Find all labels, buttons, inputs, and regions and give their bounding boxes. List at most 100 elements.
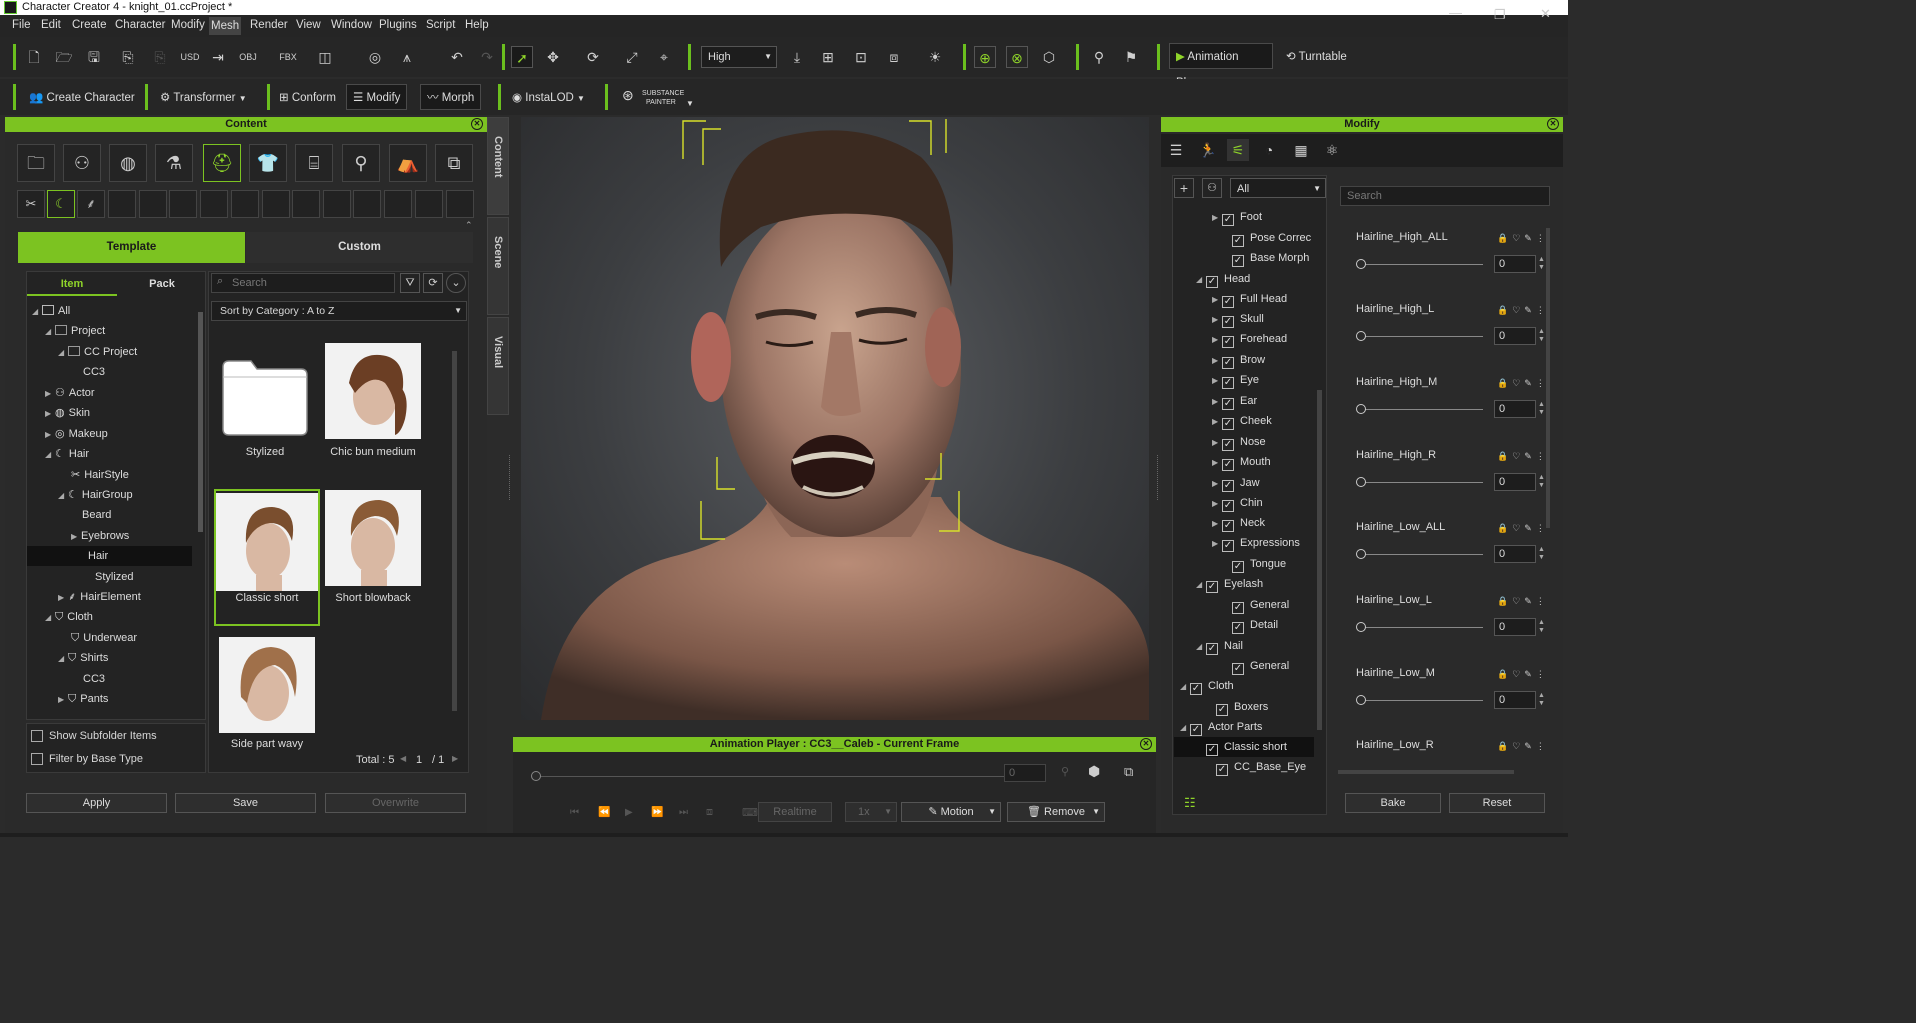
copy-icon[interactable]: ⧉ — [435, 144, 473, 182]
tree-item-hair[interactable]: ◢ ☾ Hair — [45, 444, 89, 464]
morph-tree-item[interactable]: ▶ ✓ Skull — [1212, 309, 1264, 329]
show-subfolder-checkbox[interactable] — [31, 730, 43, 742]
tree-item-skin[interactable]: ▶ ◍ Skin — [45, 403, 90, 423]
morph-search-input[interactable]: Search — [1340, 186, 1550, 206]
tree-item-hairstyle[interactable]: ✂ HairStyle — [71, 465, 129, 485]
morph-tree-item[interactable]: ▶ ✓ Jaw — [1212, 473, 1260, 493]
item-thumb-chic-bun[interactable] — [325, 343, 421, 439]
close-window-icon[interactable]: ✕ — [1540, 6, 1551, 22]
slider-knob[interactable] — [1356, 622, 1366, 632]
splitter-handle[interactable] — [509, 455, 511, 500]
menu-window[interactable]: Window — [331, 19, 372, 31]
actor-icon[interactable]: ⚇ — [63, 144, 101, 182]
h-scrollbar[interactable] — [1338, 770, 1514, 774]
light-icon[interactable]: ☀ — [924, 46, 946, 68]
cloth-icon[interactable]: 👕 — [249, 144, 287, 182]
close-icon[interactable]: ✕ — [471, 118, 483, 130]
tree-scrollbar[interactable] — [1317, 390, 1322, 730]
move-tool-icon[interactable]: ✥ — [542, 46, 564, 68]
timeline-knob[interactable] — [531, 771, 541, 781]
slider-action-icons[interactable]: 🔒♡✎⋮ — [1497, 596, 1549, 607]
menu-help[interactable]: Help — [465, 19, 489, 31]
item-thumb-classic-short-selected[interactable] — [214, 489, 320, 626]
menu-script[interactable]: Script — [426, 19, 455, 31]
substance-painter-button[interactable]: ⊛ SUBSTANCE PAINTER ▼ — [615, 84, 694, 110]
close-icon[interactable]: ✕ — [1547, 118, 1559, 130]
subtab-pack[interactable]: Pack — [117, 272, 207, 296]
morph-tree-item[interactable]: ◢ ✓ Actor Parts — [1180, 717, 1262, 737]
close-icon[interactable]: ✕ — [1140, 738, 1152, 750]
morph-tree-item[interactable]: ▶ ✓ Cheek — [1212, 411, 1272, 431]
tree-item-makeup[interactable]: ▶ ◎ Makeup — [45, 424, 108, 444]
3d-viewport[interactable] — [521, 117, 1149, 720]
attribute-icon[interactable]: ☰ — [1165, 139, 1187, 161]
tree-item-all[interactable]: ◢ All — [32, 301, 70, 321]
morph-tree-item[interactable]: ◢ ✓ Head — [1196, 269, 1250, 289]
fbx-export-icon[interactable]: FBX — [277, 46, 299, 68]
minimize-icon[interactable]: — — [1449, 5, 1462, 20]
spin-icon[interactable]: ▲ ▼ — [1538, 401, 1545, 417]
user-morph-icon[interactable]: ⚇ — [1202, 178, 1222, 198]
hair-element-icon[interactable]: ⸙ — [77, 190, 105, 218]
motion-icon[interactable]: ⚲ — [342, 144, 380, 182]
import-icon[interactable]: ⎘ — [117, 46, 139, 68]
morph-tree-item[interactable]: ▶ ✓ Full Head — [1212, 289, 1287, 309]
apply-button[interactable]: Apply — [26, 793, 167, 813]
slider-value[interactable]: 0 — [1494, 400, 1536, 418]
morph-tree-item[interactable]: ▶ ✓ Nose — [1212, 432, 1266, 452]
refresh-icon[interactable]: ⟳ — [423, 273, 443, 293]
tree-item-shirts[interactable]: ◢ ⛉ Shirts — [58, 648, 108, 668]
morph-tree-item[interactable]: ✓ Detail — [1222, 615, 1278, 635]
turntable-button[interactable]: ⟲ Turntable — [1279, 43, 1354, 69]
obj-export-icon[interactable]: OBJ — [237, 46, 259, 68]
slider-action-icons[interactable]: 🔒♡✎⋮ — [1497, 305, 1549, 316]
slider-track[interactable] — [1361, 336, 1483, 337]
slider-action-icons[interactable]: 🔒♡✎⋮ — [1497, 378, 1549, 389]
menu-character[interactable]: Character — [115, 19, 166, 31]
filter-icon[interactable]: ⛛ — [400, 273, 420, 293]
camera-icon[interactable]: ⊡ — [850, 46, 872, 68]
next-page-icon[interactable]: ▶ — [452, 754, 458, 763]
slider-knob[interactable] — [1356, 404, 1366, 414]
slider-knob[interactable] — [1356, 331, 1366, 341]
menu-render[interactable]: Render — [250, 19, 288, 31]
morph-tree-item[interactable]: ▶ ✓ Brow — [1212, 350, 1265, 370]
tree-item-eyebrows[interactable]: ▶ Eyebrows — [71, 526, 129, 546]
restore-icon[interactable]: ❐ — [1494, 7, 1506, 23]
hair-style-icon[interactable]: ✂ — [17, 190, 45, 218]
morph-tree-item[interactable]: ▶ ✓ Neck — [1212, 513, 1265, 533]
quality-dropdown[interactable]: High ▼ — [701, 46, 777, 68]
modify-button[interactable]: ☰ Modify — [346, 84, 408, 110]
morph-tree-item[interactable]: ✓ Base Morph — [1222, 248, 1309, 268]
morph-tab-icon[interactable]: ⚟ — [1227, 139, 1249, 161]
grid-scrollbar[interactable] — [452, 351, 457, 711]
slider-value[interactable]: 0 — [1494, 618, 1536, 636]
tree-item-cloth[interactable]: ◢ ⛉ Cloth — [45, 607, 93, 627]
slider-value[interactable]: 0 — [1494, 691, 1536, 709]
slider-knob[interactable] — [1356, 695, 1366, 705]
usd-icon[interactable]: USD — [179, 46, 201, 68]
slider-action-icons[interactable]: 🔒♡✎⋮ — [1497, 233, 1549, 244]
side-tab-scene[interactable]: Scene — [487, 217, 509, 315]
slider-track[interactable] — [1361, 409, 1483, 410]
menu-view[interactable]: View — [296, 19, 321, 31]
align-icon[interactable]: ⩚ — [396, 46, 418, 68]
slider-track[interactable] — [1361, 627, 1483, 628]
window-icon[interactable]: ⧉ — [1124, 764, 1133, 780]
spin-icon[interactable]: ▲ ▼ — [1538, 328, 1545, 344]
add-icon[interactable]: + — [1174, 178, 1194, 198]
motion-button[interactable]: ✎ Motion ▼ — [901, 802, 1001, 822]
reset-button[interactable]: Reset — [1449, 793, 1545, 813]
tab-custom[interactable]: Custom — [246, 232, 473, 263]
instalod-button[interactable]: ◉ InstaLOD ▼ — [505, 84, 592, 110]
display-mode-icon[interactable]: ⧈ — [883, 46, 905, 68]
morph-tree-item[interactable]: ▶ ✓ Forehead — [1212, 329, 1287, 349]
new-file-icon[interactable]: 🗋 — [23, 46, 45, 68]
filter-base-checkbox[interactable] — [31, 753, 43, 765]
cube-icon[interactable]: ⬢ — [1088, 763, 1100, 780]
collapse-icon[interactable]: ⌃ — [465, 220, 473, 231]
side-tab-visual[interactable]: Visual — [487, 317, 509, 415]
slider-value[interactable]: 0 — [1494, 473, 1536, 491]
slider-track[interactable] — [1361, 554, 1483, 555]
makeup-icon[interactable]: ⚗ — [155, 144, 193, 182]
